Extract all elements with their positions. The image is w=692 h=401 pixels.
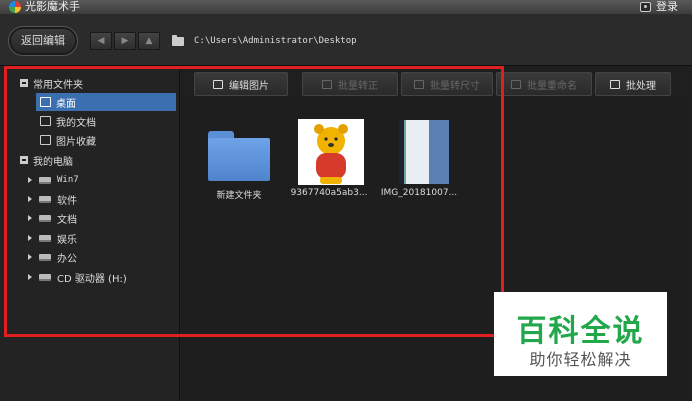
expand-arrow-icon (28, 254, 32, 260)
login-button[interactable]: 登录 (640, 0, 678, 14)
tree-item-pictures[interactable]: 图片收藏 (40, 131, 96, 149)
tree-group-computer[interactable]: 我的电脑 (20, 151, 73, 169)
folder-icon (208, 131, 270, 181)
tree-item-drive-entertainment[interactable]: 娱乐 (28, 229, 77, 247)
tree-item-drive-cd[interactable]: CD 驱动器 (H:) (28, 268, 127, 286)
tree-item-drive-software[interactable]: 软件 (28, 190, 77, 208)
drive-icon (39, 176, 51, 184)
file-name: IMG_20181007... (380, 188, 458, 198)
tree-group-label: 我的电脑 (33, 156, 73, 168)
file-name: 新建文件夹 (216, 191, 262, 201)
back-arrow-icon[interactable]: ◀ (90, 32, 112, 50)
drive-icon (39, 195, 51, 203)
title-bar: 光影魔术手 登录 (0, 0, 692, 14)
watermark: 百科全说 助你轻松解决 (494, 292, 667, 376)
cd-drive-icon (39, 273, 51, 281)
address-bar[interactable]: C:\Users\Administrator\Desktop (172, 32, 692, 50)
tree-item-label: 办公 (57, 253, 77, 265)
batch-rotate-button[interactable]: 批量转正 (302, 72, 398, 96)
picture-icon (40, 135, 51, 145)
document-icon (40, 116, 51, 126)
expand-arrow-icon (28, 196, 32, 202)
screenshot-thumbnail (399, 120, 449, 184)
tree-item-label: 文档 (57, 214, 77, 226)
batch-rename-button[interactable]: 批量重命名 (496, 72, 592, 96)
batch-process-button[interactable]: 批处理 (595, 72, 671, 96)
tree-item-label: 图片收藏 (56, 136, 96, 148)
button-label: 批量转正 (338, 80, 378, 92)
button-label: 编辑图片 (229, 80, 269, 92)
tree-item-desktop[interactable]: 桌面 (36, 93, 176, 111)
forward-arrow-icon[interactable]: ▶ (114, 32, 136, 50)
drive-icon (39, 253, 51, 261)
rotate-icon (322, 79, 332, 89)
expand-arrow-icon (28, 177, 32, 183)
main-toolbar: 返回编辑 ◀ ▶ ▲ C:\Users\Administrator\Deskto… (0, 14, 692, 66)
tree-group-label: 常用文件夹 (33, 79, 83, 91)
login-label: 登录 (656, 0, 678, 13)
button-label: 批量转尺寸 (430, 80, 480, 92)
button-label: 批处理 (626, 80, 656, 92)
watermark-title: 百科全说 (516, 314, 645, 349)
action-toolbar: 编辑图片 批量转正 批量转尺寸 批量重命名 批处理 (194, 72, 692, 98)
drive-icon (39, 214, 51, 222)
tree-item-label: CD 驱动器 (H:) (57, 273, 127, 285)
path-text: C:\Users\Administrator\Desktop (194, 36, 357, 46)
tree-item-label: 娱乐 (57, 234, 77, 246)
nav-buttons: ◀ ▶ ▲ (90, 32, 160, 50)
resize-icon (414, 79, 424, 89)
folder-icon (172, 34, 184, 46)
pooh-thumbnail (298, 119, 364, 185)
up-arrow-icon[interactable]: ▲ (138, 32, 160, 50)
tree-item-drive-office[interactable]: 办公 (28, 248, 77, 266)
tree-item-my-documents[interactable]: 我的文档 (40, 112, 96, 130)
app-logo-icon (9, 1, 21, 13)
file-name: 9367740a5ab3... (290, 188, 368, 198)
expand-arrow-icon (28, 235, 32, 241)
tree-item-label: 桌面 (56, 98, 76, 110)
back-to-edit-button[interactable]: 返回编辑 (8, 26, 78, 56)
button-label: 批量重命名 (527, 80, 577, 92)
tree-group-favorites[interactable]: 常用文件夹 (20, 74, 83, 92)
tree-item-label: 软件 (57, 195, 77, 207)
app-title: 光影魔术手 (25, 0, 80, 13)
user-icon (640, 2, 651, 12)
folder-tree: 常用文件夹 桌面 我的文档 图片收藏 我的电脑 Win7 软件 文档 娱乐 办公… (0, 66, 180, 401)
pencil-icon (213, 79, 223, 89)
tree-item-label: Win7 (57, 175, 79, 185)
desktop-icon (40, 97, 51, 107)
rename-icon (511, 79, 521, 89)
drive-icon (39, 234, 51, 242)
collapse-icon (20, 156, 28, 164)
tree-item-label: 我的文档 (56, 117, 96, 129)
edit-image-button[interactable]: 编辑图片 (194, 72, 288, 96)
tree-item-drive-documents[interactable]: 文档 (28, 209, 77, 227)
watermark-subtitle: 助你轻松解决 (529, 350, 632, 369)
batch-icon (610, 79, 620, 89)
expand-arrow-icon (28, 215, 32, 221)
expand-arrow-icon (28, 274, 32, 280)
tree-item-drive-win7[interactable]: Win7 (28, 171, 79, 189)
batch-resize-button[interactable]: 批量转尺寸 (401, 72, 493, 96)
collapse-icon (20, 79, 28, 87)
